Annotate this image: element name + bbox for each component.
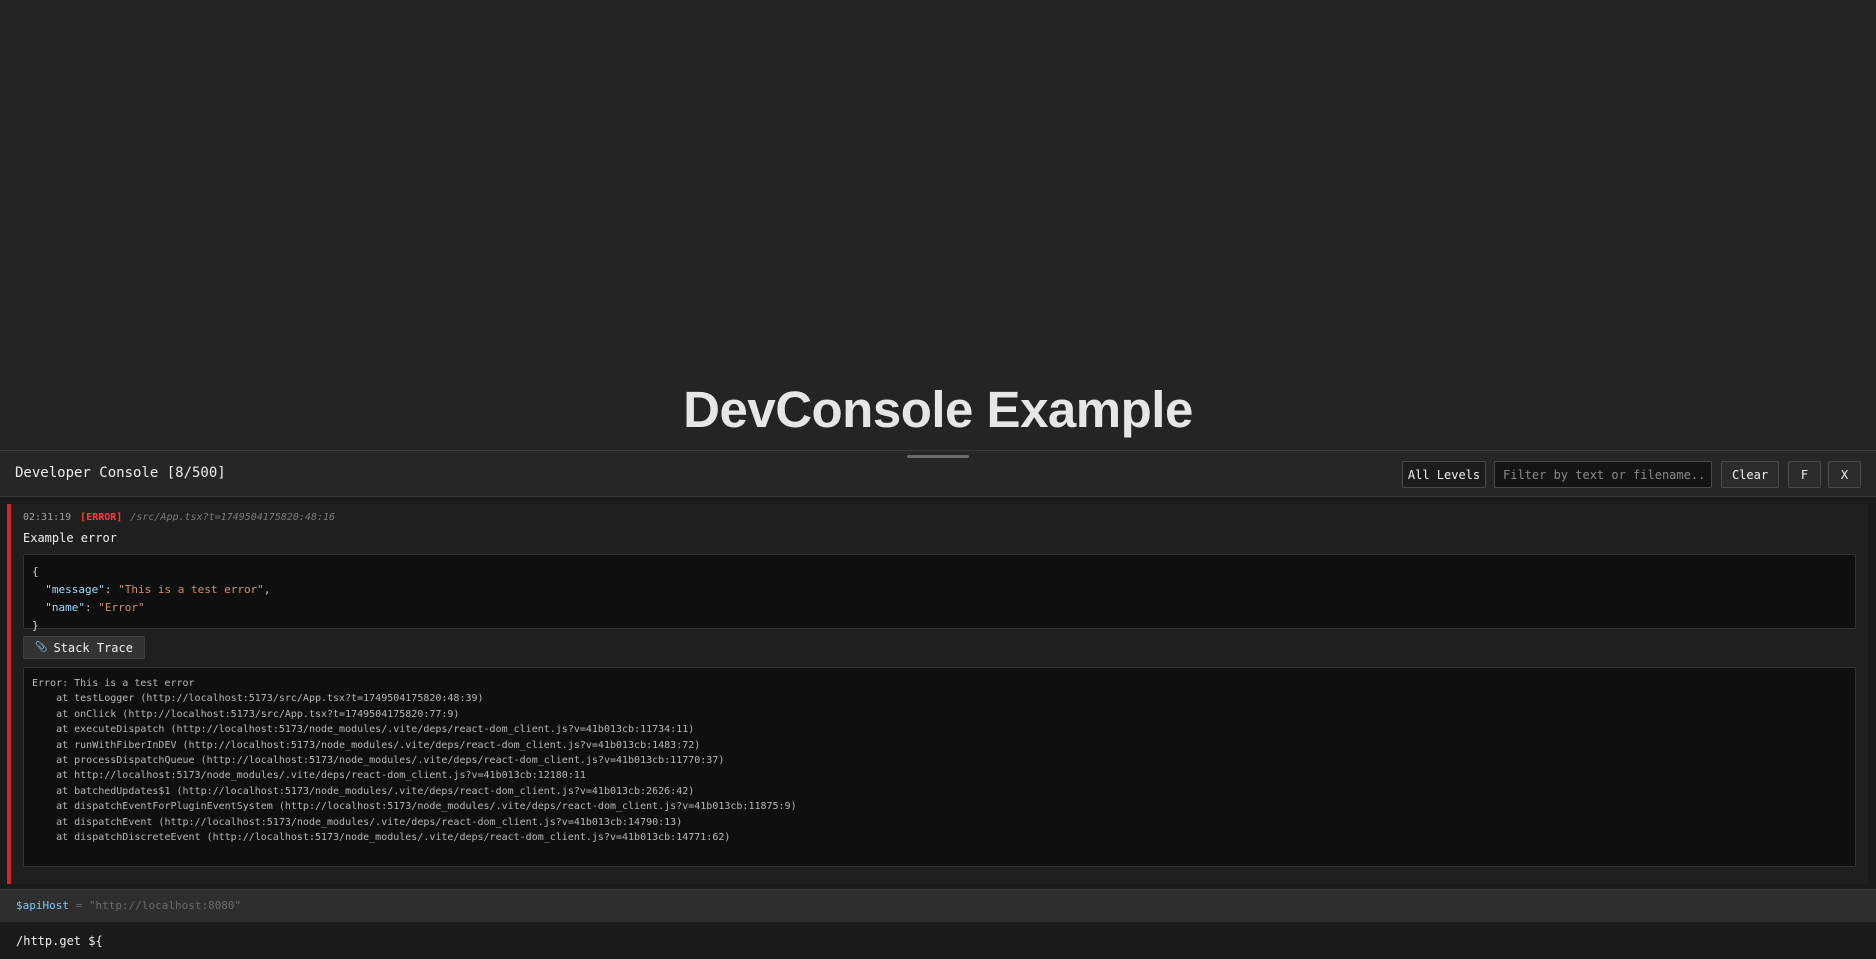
level-filter-select[interactable]: All Levels (1402, 461, 1486, 488)
stack-line: at runWithFiberInDEV (http://localhost:5… (32, 739, 701, 751)
log-timestamp: 02:31:19 (23, 512, 72, 523)
stack-line: at http://localhost:5173/node_modules/.v… (32, 770, 586, 782)
log-list[interactable]: 02:31:19 [ERROR] /src/App.tsx?t=1749504175… (0, 498, 1876, 889)
json-value: "Error" (98, 601, 145, 614)
stack-trace: Error: This is a test error at testLogge… (23, 667, 1856, 867)
command-bar (0, 922, 1876, 959)
log-meta: 02:31:19 [ERROR] /src/App.tsx?t=1749504175… (23, 512, 335, 523)
stack-line: at executeDispatch (http://localhost:517… (32, 724, 695, 736)
json-key: "name" (45, 601, 85, 614)
log-message: Example error (23, 531, 117, 545)
clear-button[interactable]: Clear (1721, 461, 1779, 488)
console-title: Developer Console [8/500] (15, 465, 226, 481)
variable-name[interactable]: $apiHost (16, 899, 69, 912)
developer-console: Developer Console [8/500] All Levels Cle… (0, 450, 1876, 959)
app-page: DevConsole Example (0, 0, 1876, 450)
console-header: Developer Console [8/500] All Levels Cle… (0, 451, 1876, 497)
variable-bar: $apiHost = "http://localhost:8080" (0, 889, 1876, 922)
variable-equals: = (68, 899, 89, 912)
close-button[interactable]: X (1828, 461, 1861, 488)
stack-line: at dispatchDiscreteEvent (http://localho… (32, 832, 731, 844)
json-payload: { "message": "This is a test error", "na… (23, 554, 1856, 632)
stack-trace-button[interactable]: 📎 Stack Trace (23, 636, 145, 659)
log-level-badge: [ERROR] (80, 512, 123, 523)
stack-line: at batchedUpdates$1 (http://localhost:51… (32, 785, 695, 797)
stack-line: at dispatchEvent (http://localhost:5173/… (32, 816, 683, 828)
variable-value: "http://localhost:8080" (88, 899, 242, 912)
command-input[interactable] (0, 922, 1876, 959)
stack-line: at onClick (http://localhost:5173/src/Ap… (32, 708, 460, 720)
stack-line: at dispatchEventForPluginEventSystem (ht… (32, 801, 797, 813)
stack-line: at testLogger (http://localhost:5173/src… (32, 693, 484, 705)
page-title: DevConsole Example (683, 381, 1193, 438)
f-button[interactable]: F (1788, 461, 1821, 488)
stack-trace-label: Stack Trace (53, 640, 133, 655)
resize-handle[interactable] (907, 455, 969, 458)
json-open-brace: { (32, 565, 39, 578)
log-entry: 02:31:19 [ERROR] /src/App.tsx?t=1749504175… (7, 504, 1868, 884)
filter-input[interactable] (1494, 461, 1712, 488)
paperclip-icon: 📎 (35, 642, 48, 653)
json-value: "This is a test error" (118, 583, 264, 596)
stack-line: Error: This is a test error (32, 678, 195, 689)
json-close-brace: } (32, 619, 39, 632)
json-key: "message" (45, 583, 105, 596)
stack-line: at processDispatchQueue (http://localhos… (32, 755, 725, 767)
log-source-link[interactable]: /src/App.tsx?t=1749504175820:48:16 (130, 512, 335, 523)
